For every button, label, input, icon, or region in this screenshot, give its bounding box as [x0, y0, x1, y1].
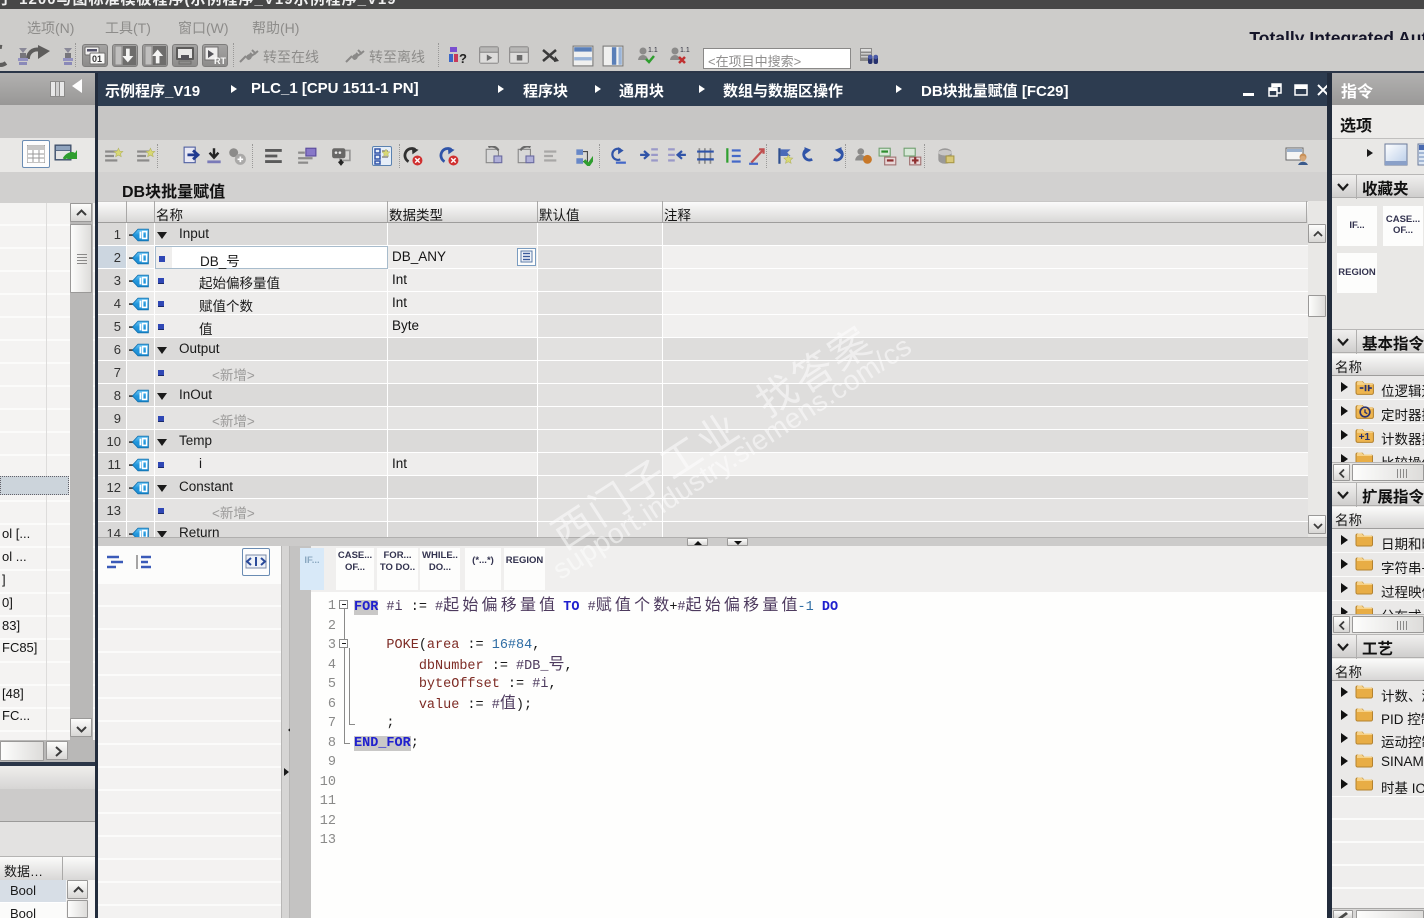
- svg-text:+1: +1: [1359, 432, 1371, 443]
- svg-text:?: ?: [459, 51, 467, 66]
- svg-text:RT: RT: [214, 56, 226, 66]
- svg-text:1.1: 1.1: [648, 47, 658, 54]
- svg-text:01: 01: [92, 54, 102, 64]
- svg-text:1.1: 1.1: [680, 47, 690, 54]
